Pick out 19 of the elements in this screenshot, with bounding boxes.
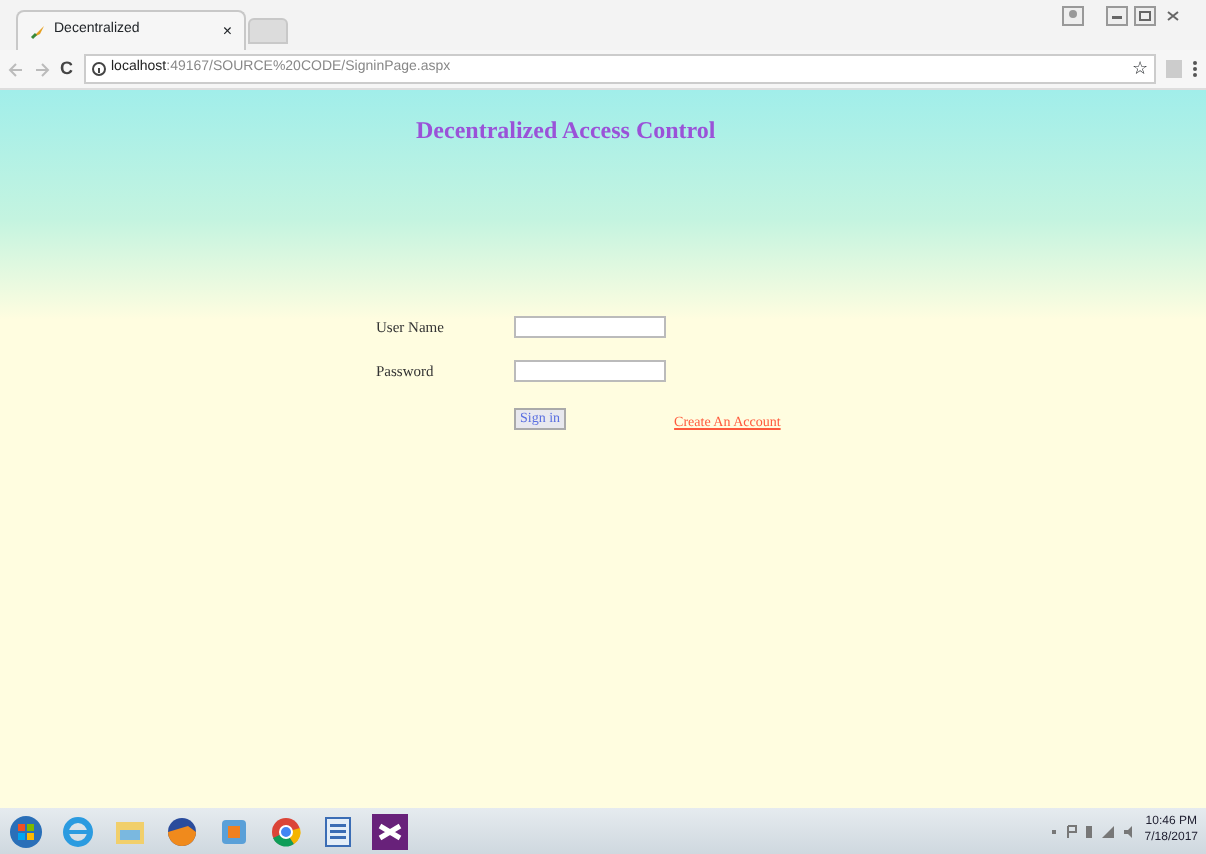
restore-icon[interactable] (1134, 6, 1156, 26)
page-heading: Decentralized Access Control (414, 114, 718, 145)
bookmark-star[interactable]: ☆ (1132, 55, 1148, 83)
minimize-icon[interactable] (1106, 6, 1128, 26)
password-field[interactable] (514, 359, 666, 382)
tray-icons[interactable] (1052, 823, 1137, 839)
back-icon[interactable] (8, 61, 24, 77)
menu-icon[interactable] (1192, 60, 1198, 78)
chrome-icon[interactable] (268, 813, 304, 849)
close-button[interactable]: × (222, 19, 232, 43)
username-field[interactable] (514, 315, 666, 338)
forward-icon[interactable] (34, 61, 50, 77)
globe-icon[interactable] (60, 813, 96, 849)
close-icon[interactable] (1162, 6, 1184, 26)
document-icon[interactable] (320, 813, 356, 849)
start-orb-icon[interactable] (8, 813, 44, 849)
info-icon (91, 62, 105, 76)
brush-icon (30, 23, 46, 39)
reload-button[interactable]: C (60, 55, 73, 83)
